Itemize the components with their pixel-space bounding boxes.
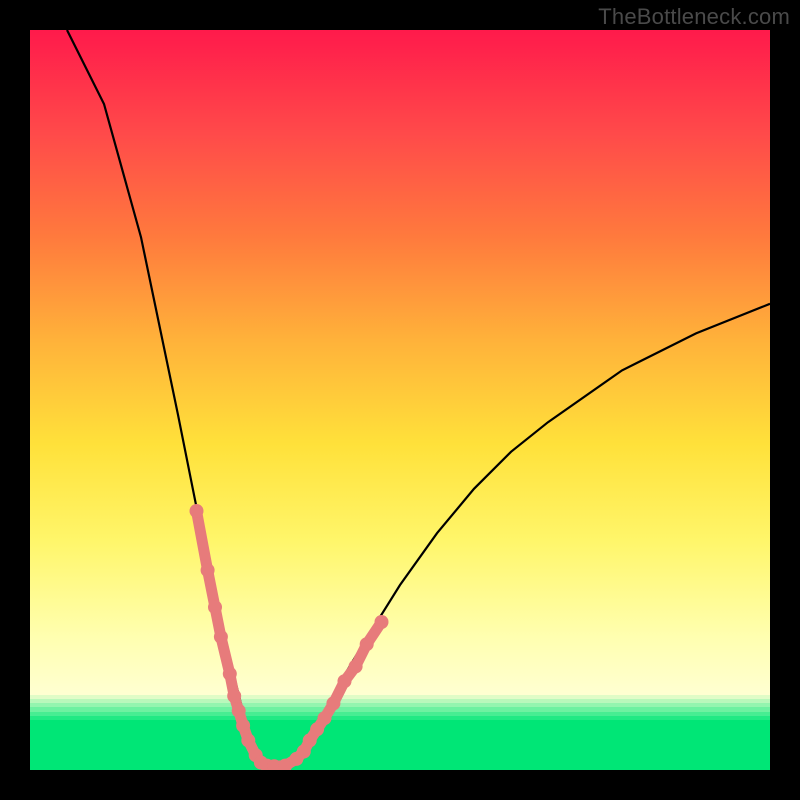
marker-dot [190, 504, 204, 518]
marker-dot [236, 719, 250, 733]
plot-area [30, 30, 770, 770]
marker-dot [326, 696, 340, 710]
chart-frame: TheBottleneck.com [0, 0, 800, 800]
marker-dot [227, 689, 241, 703]
marker-dots [190, 504, 389, 770]
chart-svg [30, 30, 770, 770]
marker-dot [375, 615, 389, 629]
marker-dot [360, 637, 374, 651]
marker-dot [349, 659, 363, 673]
marker-dot [318, 711, 332, 725]
marker-dot [338, 674, 352, 688]
marker-dot [214, 630, 228, 644]
watermark-text: TheBottleneck.com [598, 4, 790, 30]
marker-dot [223, 667, 237, 681]
marker-dot [241, 733, 255, 747]
bottleneck-curve [67, 30, 770, 766]
marker-dot [201, 563, 215, 577]
marker-dot [208, 600, 222, 614]
marker-dot [232, 704, 246, 718]
